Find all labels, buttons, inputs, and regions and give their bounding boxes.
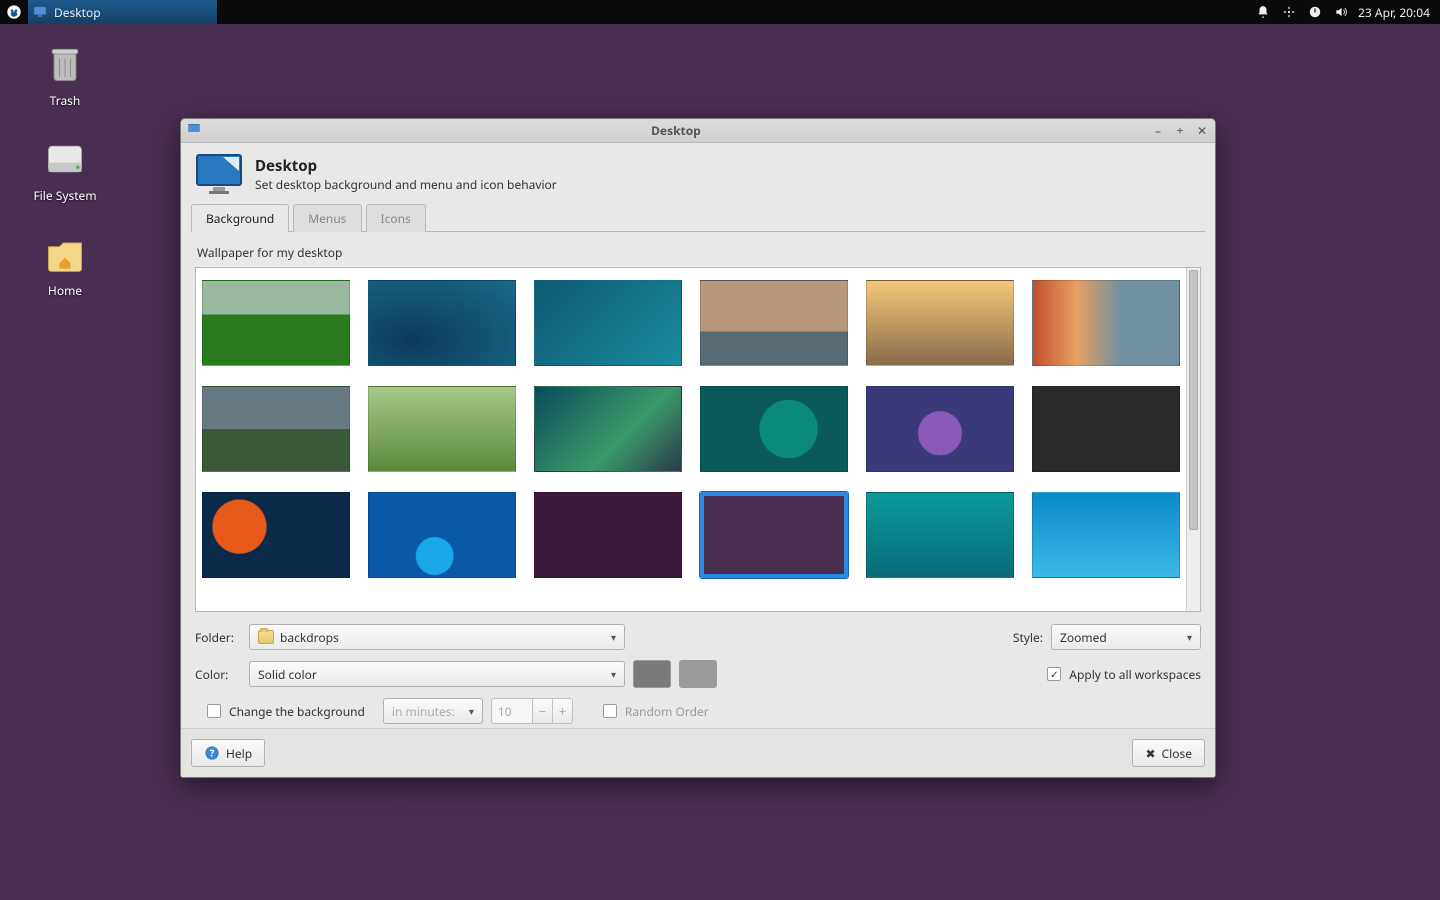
wallpaper-thumb[interactable] xyxy=(534,386,682,472)
wallpaper-thumb[interactable] xyxy=(1032,280,1180,366)
wallpaper-gallery[interactable] xyxy=(196,268,1186,611)
chevron-down-icon: ▾ xyxy=(469,704,474,718)
window-title: Desktop xyxy=(201,122,1151,139)
change-background-label: Change the background xyxy=(229,703,365,720)
color-swatch-secondary[interactable] xyxy=(679,660,717,688)
desktop-icon-label: Home xyxy=(48,282,82,299)
dialog-footer: ? Help ✖ Close xyxy=(181,728,1215,777)
close-button[interactable]: ✖ Close xyxy=(1132,739,1205,767)
desktop-icon-label: File System xyxy=(33,187,96,204)
volume-icon[interactable] xyxy=(1334,5,1348,19)
notification-icon[interactable] xyxy=(1256,5,1270,19)
drive-icon xyxy=(41,135,89,183)
dialog-title: Desktop xyxy=(255,156,557,176)
folder-select[interactable]: backdrops ▾ xyxy=(249,624,625,650)
style-select[interactable]: Zoomed ▾ xyxy=(1051,624,1201,650)
change-interval-input xyxy=(491,698,533,724)
desktop-settings-window: Desktop – + ✕ Desktop Set desktop backgr… xyxy=(180,118,1216,778)
wallpaper-thumb[interactable] xyxy=(202,492,350,578)
monitor-large-icon xyxy=(195,153,243,195)
close-icon: ✖ xyxy=(1145,745,1155,762)
controls: Folder: backdrops ▾ Style: Zoomed ▾ Colo… xyxy=(195,612,1201,724)
random-order-checkbox xyxy=(603,704,617,718)
folder-value: backdrops xyxy=(280,629,339,646)
clock[interactable]: 23 Apr, 20:04 xyxy=(1358,4,1440,21)
wallpaper-thumb[interactable] xyxy=(368,386,516,472)
apply-all-workspaces-checkbox[interactable] xyxy=(1047,667,1061,681)
chevron-down-icon: ▾ xyxy=(611,630,616,644)
style-label: Style: xyxy=(1013,629,1043,646)
wallpaper-thumb[interactable] xyxy=(1032,386,1180,472)
tab-panel-background: Wallpaper for my desktop xyxy=(191,231,1205,728)
style-value: Zoomed xyxy=(1060,629,1107,646)
section-label: Wallpaper for my desktop xyxy=(195,244,1201,261)
tab-icons[interactable]: Icons xyxy=(366,204,426,232)
help-button[interactable]: ? Help xyxy=(191,739,265,767)
folder-label: Folder: xyxy=(195,629,241,646)
wallpaper-thumb[interactable] xyxy=(866,280,1014,366)
home-folder-icon xyxy=(41,230,89,278)
close-window-button[interactable]: ✕ xyxy=(1195,124,1209,138)
wallpaper-thumb[interactable] xyxy=(368,492,516,578)
window-icon xyxy=(187,122,201,140)
tab-background[interactable]: Background xyxy=(191,204,289,232)
power-icon[interactable] xyxy=(1308,5,1322,19)
wallpaper-thumb[interactable] xyxy=(202,280,350,366)
gallery-scrollbar[interactable] xyxy=(1186,268,1200,611)
chevron-down-icon: ▾ xyxy=(611,667,616,681)
svg-text:?: ? xyxy=(210,746,215,759)
chevron-down-icon: ▾ xyxy=(1187,630,1192,644)
color-label: Color: xyxy=(195,666,241,683)
tab-bar: Background Menus Icons xyxy=(181,204,1215,232)
change-unit-select: in minutes: ▾ xyxy=(383,698,483,724)
tab-menus[interactable]: Menus xyxy=(293,204,361,232)
wallpaper-gallery-container xyxy=(195,267,1201,612)
help-button-label: Help xyxy=(226,745,252,762)
help-icon: ? xyxy=(204,745,220,761)
stepper-plus: + xyxy=(553,698,573,724)
close-button-label: Close xyxy=(1162,745,1192,762)
desktop-icon-filesystem[interactable]: File System xyxy=(20,135,110,204)
wallpaper-thumb[interactable] xyxy=(866,386,1014,472)
titlebar[interactable]: Desktop – + ✕ xyxy=(181,119,1215,143)
trash-icon xyxy=(41,40,89,88)
desktop-icon-trash[interactable]: Trash xyxy=(20,40,110,109)
wallpaper-thumb[interactable] xyxy=(1032,492,1180,578)
change-unit-value: in minutes: xyxy=(392,703,455,720)
desktop-icon-label: Trash xyxy=(50,92,81,109)
monitor-icon xyxy=(32,4,48,20)
color-swatch-primary[interactable] xyxy=(633,660,671,688)
wallpaper-thumb[interactable] xyxy=(866,492,1014,578)
mouse-logo-icon xyxy=(6,4,22,20)
folder-icon xyxy=(258,630,274,644)
wallpaper-thumb[interactable] xyxy=(202,386,350,472)
maximize-button[interactable]: + xyxy=(1173,124,1187,138)
network-icon[interactable] xyxy=(1282,5,1296,19)
color-mode-value: Solid color xyxy=(258,666,317,683)
wallpaper-thumb[interactable] xyxy=(534,280,682,366)
top-panel: Desktop 23 Apr, 20:04 xyxy=(0,0,1440,24)
whisker-menu-button[interactable] xyxy=(0,0,28,24)
minimize-button[interactable]: – xyxy=(1151,124,1165,138)
system-tray xyxy=(1246,5,1358,19)
color-mode-select[interactable]: Solid color ▾ xyxy=(249,661,625,687)
wallpaper-thumb[interactable] xyxy=(700,386,848,472)
scrollbar-handle[interactable] xyxy=(1189,270,1198,530)
change-background-checkbox[interactable] xyxy=(207,704,221,718)
wallpaper-thumb[interactable] xyxy=(700,280,848,366)
apply-all-workspaces-label: Apply to all workspaces xyxy=(1069,666,1201,683)
random-order-label: Random Order xyxy=(625,703,709,720)
dialog-header: Desktop Set desktop background and menu … xyxy=(181,143,1215,203)
desktop-icon-home[interactable]: Home xyxy=(20,230,110,299)
wallpaper-thumb-selected[interactable] xyxy=(700,492,848,578)
taskbar-item-desktop[interactable]: Desktop xyxy=(28,0,218,24)
wallpaper-thumb[interactable] xyxy=(368,280,516,366)
taskbar-item-label: Desktop xyxy=(54,4,101,21)
stepper-minus: − xyxy=(533,698,553,724)
dialog-subtitle: Set desktop background and menu and icon… xyxy=(255,176,557,193)
desktop-icons: Trash File System Home xyxy=(20,40,110,299)
wallpaper-thumb[interactable] xyxy=(534,492,682,578)
change-interval-stepper: −+ xyxy=(491,698,573,724)
